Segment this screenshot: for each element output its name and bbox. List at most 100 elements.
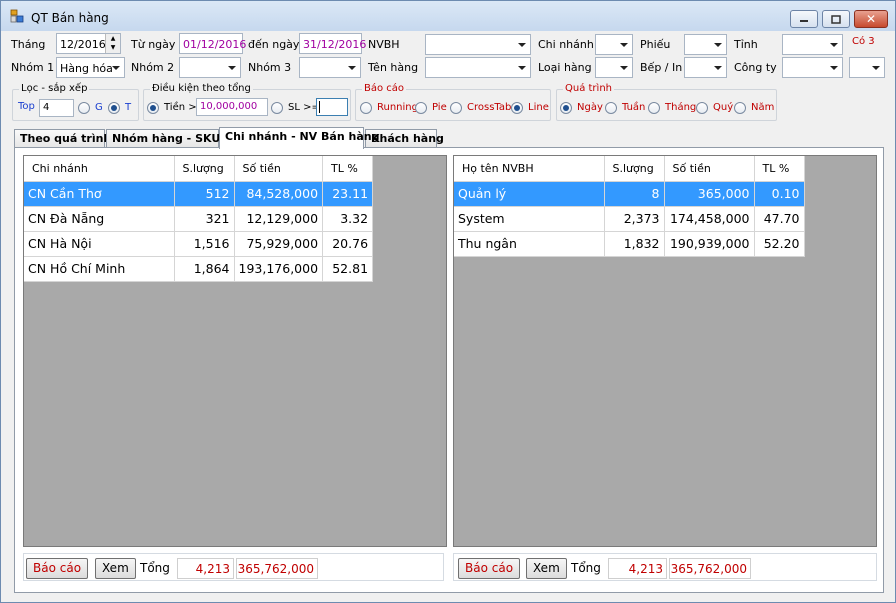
radio-tien[interactable] [147, 102, 159, 114]
den-ngay-input[interactable]: 31/12/2016 [299, 33, 366, 54]
dieukien-group: Điều kiện theo tổng Tiền >= 10,000,000 S… [143, 83, 351, 121]
thang-picker[interactable]: 12/2016 ▲ ▼ [56, 33, 121, 54]
chi-nhanh-grid[interactable]: Chi nhánh S.lượng Số tiền TL % CN Cần Th… [23, 155, 447, 547]
tab-page: Chi nhánh S.lượng Số tiền TL % CN Cần Th… [14, 147, 884, 593]
left-tong-sl: 4,213 [177, 558, 234, 579]
chevron-down-icon [228, 66, 236, 70]
thang-spinner[interactable]: ▲ ▼ [105, 34, 120, 53]
close-button[interactable]: ✕ [854, 10, 888, 28]
table-row[interactable]: CN Hà Nội 1,516 75,929,000 20.76 [24, 231, 374, 257]
chi-nhanh-select[interactable] [595, 34, 633, 55]
nhom3-select[interactable] [299, 57, 361, 78]
chi-nhanh-label: Chi nhánh [538, 38, 594, 51]
radio-nam[interactable] [734, 102, 746, 114]
den-ngay-label: đến ngày [248, 38, 300, 51]
bep-in-label: Bếp / In [640, 61, 683, 74]
radio-tuan[interactable] [605, 102, 617, 114]
phieu-select[interactable] [684, 34, 727, 55]
col-header-tl[interactable]: TL % [754, 156, 805, 182]
nhom1-select[interactable]: Hàng hóa [56, 57, 125, 78]
table-row[interactable]: CN Đà Nẵng 321 12,129,000 3.32 [24, 206, 374, 232]
nhom2-label: Nhóm 2 [131, 61, 175, 74]
table-row[interactable]: Quản lý 8 365,000 0.10 [454, 181, 805, 207]
nvbh-table: Họ tên NVBH S.lượng Số tiền TL % Quản lý… [454, 156, 805, 257]
baocao-group: Báo cáo Running Pie CrossTab Line [355, 83, 551, 121]
tab-chi-nhanh-nv-ban-hang[interactable]: Chi nhánh - NV Bán hàng [219, 127, 379, 149]
minimize-button[interactable] [790, 10, 818, 28]
maximize-button[interactable] [822, 10, 850, 28]
col-header-so-tien[interactable]: Số tiền [234, 156, 324, 182]
line-label: Line [528, 102, 549, 113]
chevron-down-icon [620, 43, 628, 47]
chevron-down-icon [714, 43, 722, 47]
nvbh-select[interactable] [425, 34, 531, 55]
radio-sl[interactable] [271, 102, 283, 114]
pie-label: Pie [432, 102, 447, 113]
nvbh-label: NVBH [368, 38, 400, 51]
bep-in-select[interactable] [684, 57, 727, 78]
col-header-ho-ten[interactable]: Họ tên NVBH [454, 156, 605, 182]
nhom2-select[interactable] [179, 57, 241, 78]
chevron-down-icon [518, 66, 526, 70]
table-row[interactable]: CN Hồ Chí Minh 1,864 193,176,000 52.81 [24, 256, 374, 282]
ten-hang-select[interactable] [425, 57, 531, 78]
nvbh-grid[interactable]: Họ tên NVBH S.lượng Số tiền TL % Quản lý… [453, 155, 877, 547]
col-header-so-tien[interactable]: Số tiền [664, 156, 755, 182]
tab-nhom-hang-skus[interactable]: Nhóm hàng - SKUs [106, 129, 227, 148]
nhom1-label: Nhóm 1 [11, 61, 55, 74]
app-icon [10, 9, 24, 23]
table-row[interactable]: System 2,373 174,458,000 47.70 [454, 206, 805, 232]
tinh-select[interactable] [782, 34, 843, 55]
nhom3-label: Nhóm 3 [248, 61, 292, 74]
col-header-so-luong[interactable]: S.lượng [604, 156, 665, 182]
ten-hang-label: Tên hàng [368, 61, 419, 74]
g-label: G [95, 102, 103, 113]
tu-ngay-label: Từ ngày [131, 38, 176, 51]
chevron-down-icon [518, 43, 526, 47]
extra-select[interactable] [849, 57, 885, 78]
radio-running[interactable] [360, 102, 372, 114]
left-bao-cao-button[interactable]: Báo cáo [26, 558, 89, 579]
tab-theo-qua-trinh[interactable]: Theo quá trình [14, 129, 111, 148]
loc-group: Lọc - sắp xếp Top 4 G T [12, 83, 139, 121]
radio-quy[interactable] [696, 102, 708, 114]
tu-ngay-input[interactable]: 01/12/2016 [179, 33, 246, 54]
col-header-so-luong[interactable]: S.lượng [174, 156, 235, 182]
right-xem-button[interactable]: Xem [526, 558, 567, 579]
left-xem-button[interactable]: Xem [95, 558, 136, 579]
col-header-tl[interactable]: TL % [322, 156, 374, 182]
quatrinh-group: Quá trình Ngày Tuần Tháng Quý Năm [556, 83, 777, 121]
radio-g[interactable] [78, 102, 90, 114]
table-row[interactable]: CN Cần Thơ 512 84,528,000 23.11 [24, 181, 374, 207]
chi-nhanh-table: Chi nhánh S.lượng Số tiền TL % CN Cần Th… [24, 156, 374, 282]
table-row[interactable]: Thu ngân 1,832 190,939,000 52.20 [454, 231, 805, 257]
crosstab-label: CrossTab [467, 102, 512, 113]
radio-crosstab[interactable] [450, 102, 462, 114]
left-tong-label: Tổng [140, 561, 170, 575]
t-label: T [125, 102, 132, 113]
right-tong-label: Tổng [571, 561, 601, 575]
chevron-down-icon [872, 66, 880, 70]
cong-ty-select[interactable] [782, 57, 843, 78]
col-header-chi-nhanh[interactable]: Chi nhánh [24, 156, 175, 182]
chevron-down-icon [714, 66, 722, 70]
radio-thang[interactable] [648, 102, 660, 114]
phieu-label: Phiếu [640, 38, 671, 51]
quy-label: Quý [713, 102, 734, 113]
running-label: Running [377, 102, 418, 113]
radio-ngay[interactable] [560, 102, 572, 114]
loai-hang-select[interactable] [595, 57, 633, 78]
sl-input[interactable] [316, 98, 348, 116]
radio-pie[interactable] [415, 102, 427, 114]
radio-t[interactable] [108, 102, 120, 114]
tuan-label: Tuần [622, 102, 646, 113]
chevron-down-icon [830, 43, 838, 47]
right-bao-cao-button[interactable]: Báo cáo [458, 558, 521, 579]
top-input[interactable]: 4 [39, 99, 74, 117]
loai-hang-label: Loại hàng [538, 61, 592, 74]
co-label: Có 3 [852, 36, 875, 47]
radio-line[interactable] [511, 102, 523, 114]
window-title: QT Bán hàng [31, 11, 109, 25]
tien-input[interactable]: 10,000,000 [196, 98, 268, 116]
tinh-label: Tỉnh [734, 38, 758, 51]
